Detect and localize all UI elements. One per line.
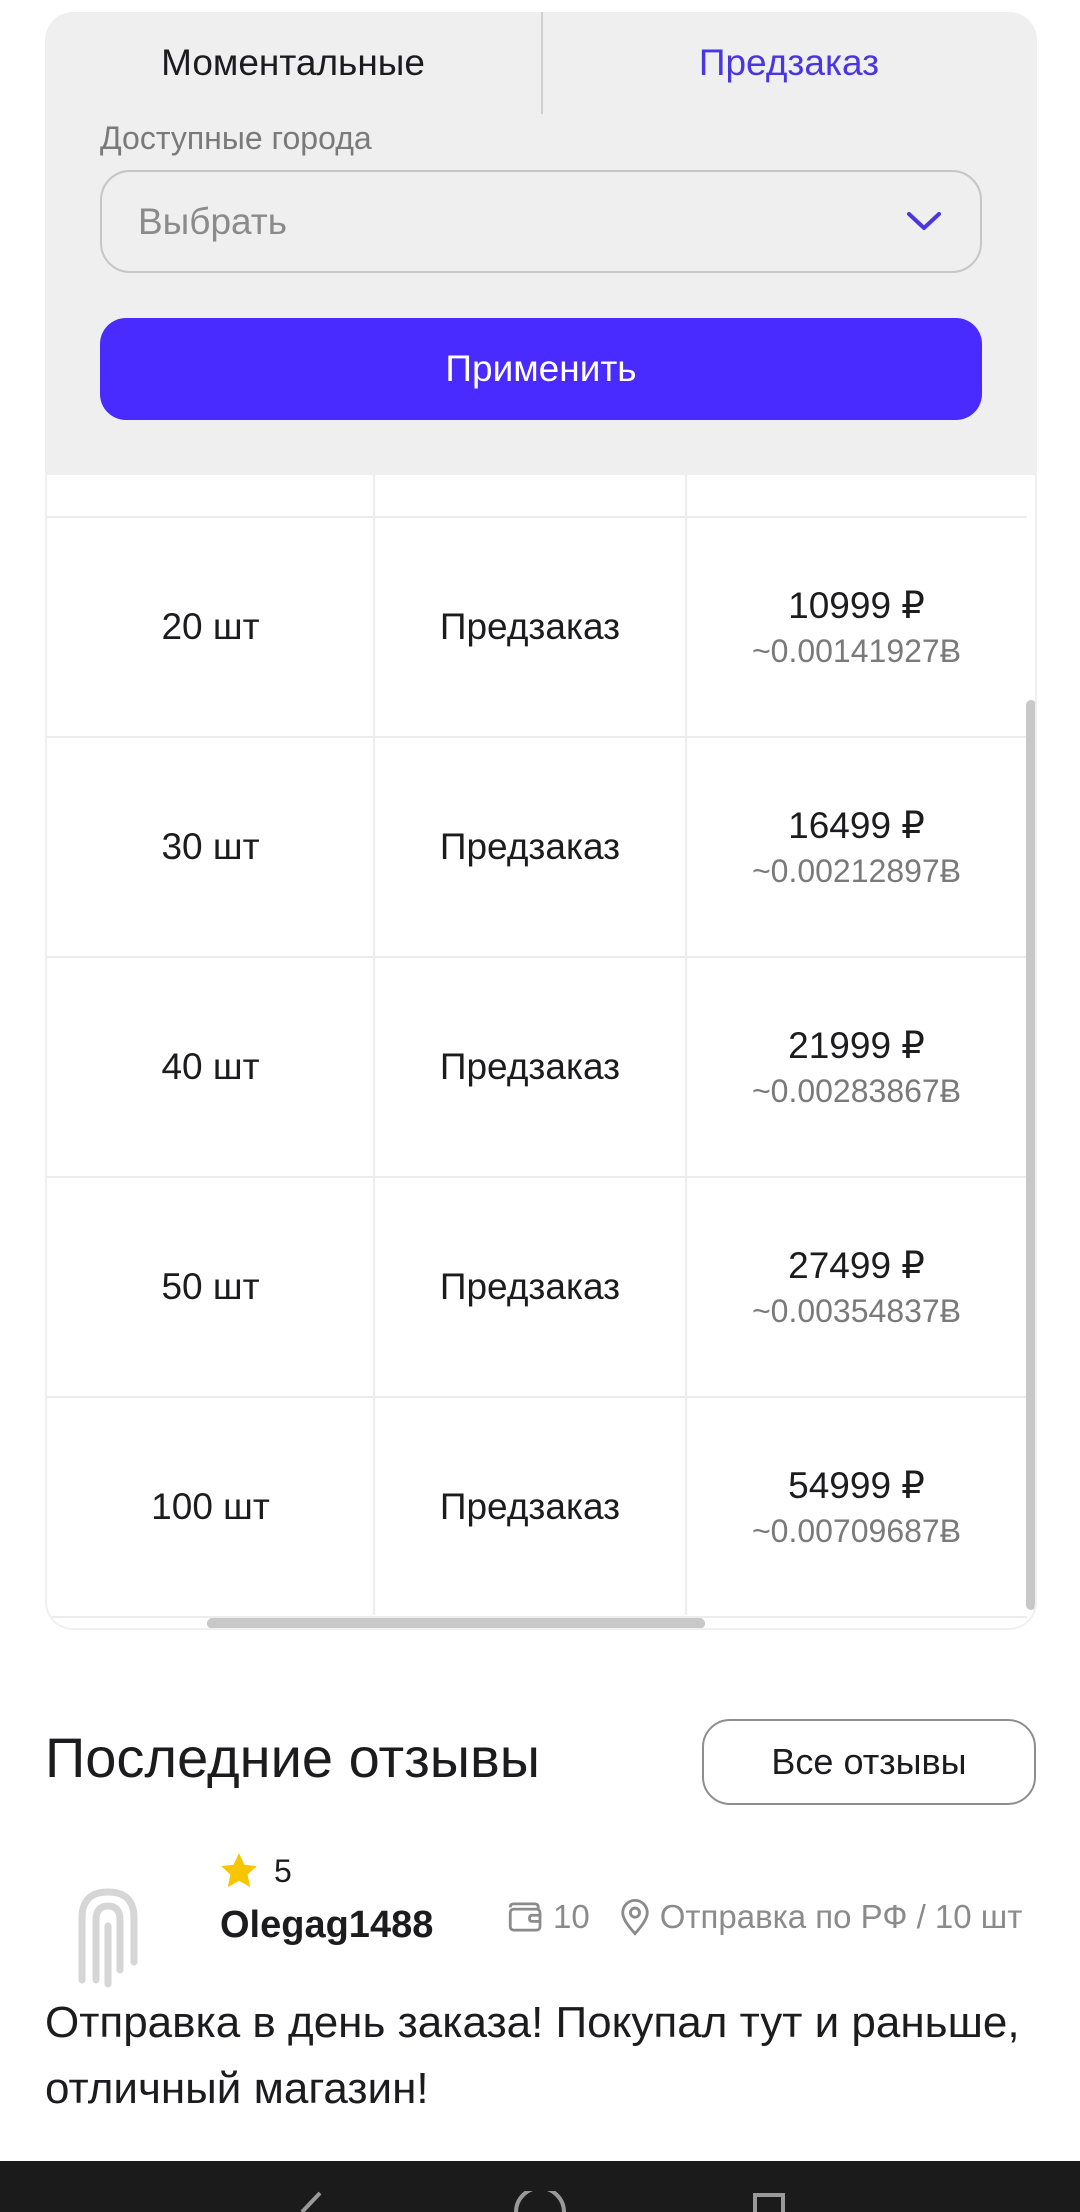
price-cell: 54999 ₽ ~0.00709687Ƀ (686, 1398, 1027, 1616)
price-btc: ~0.00212897Ƀ (751, 853, 962, 889)
qty-cell: 100 шт (151, 1486, 270, 1527)
qty-cell: 30 шт (161, 826, 260, 867)
table-row: 40 шт Предзаказ 21999 ₽ ~0.00283867Ƀ (47, 958, 1027, 1176)
price-table[interactable]: 20 шт Предзаказ 10999 ₽ ~0.00141927Ƀ 30 … (45, 475, 1037, 1630)
reviews-heading: Последние отзывы (45, 1726, 541, 1789)
delivery-info: Отправка по РФ / 10 шт (659, 1898, 1023, 1935)
cities-label: Доступные города (100, 120, 372, 156)
recents-icon[interactable] (752, 2191, 786, 2212)
city-select[interactable]: Выбрать (100, 170, 982, 273)
all-reviews-button[interactable]: Все отзывы (702, 1719, 1036, 1805)
star-icon (221, 1853, 257, 1888)
table-row: 30 шт Предзаказ 16499 ₽ ~0.00212897Ƀ (47, 738, 1027, 956)
purchases-count: 10 (553, 1898, 590, 1935)
price-btc: ~0.00709687Ƀ (751, 1513, 962, 1549)
price-rub: 27499 ₽ (788, 1245, 925, 1286)
type-cell: Предзаказ (439, 826, 621, 867)
tab-bar: Моментальные Предзаказ (45, 12, 1037, 114)
price-cell: 21999 ₽ ~0.00283867Ƀ (686, 958, 1027, 1176)
price-cell: 10999 ₽ ~0.00141927Ƀ (686, 518, 1027, 736)
apply-button[interactable]: Применить (100, 318, 982, 420)
review-card: 5 Olegag1488 10 Отправка по РФ / 10 шт О… (0, 1840, 1080, 2140)
type-cell: Предзаказ (439, 1486, 621, 1527)
price-cell: 27499 ₽ ~0.00354837Ƀ (686, 1178, 1027, 1396)
price-rub: 54999 ₽ (788, 1465, 925, 1506)
avatar-icon (78, 1888, 138, 1988)
table-row: 20 шт Предзаказ 10999 ₽ ~0.00141927Ƀ (47, 518, 1027, 736)
review-text: Отправка в день заказа! Покупал тут и ра… (45, 1998, 1020, 2113)
home-icon[interactable] (512, 2191, 568, 2212)
review-meta: 10 Отправка по РФ / 10 шт (505, 1896, 1022, 1938)
table-row: 50 шт Предзаказ 27499 ₽ ~0.00354837Ƀ (47, 1178, 1027, 1396)
review-author: Olegag1488 (220, 1904, 434, 1946)
type-cell: Предзаказ (439, 1266, 621, 1307)
back-icon[interactable] (298, 2191, 324, 2212)
tab-preorder[interactable]: Предзаказ (541, 12, 1037, 114)
tab-instant[interactable]: Моментальные (45, 12, 541, 114)
qty-cell: 40 шт (161, 1046, 260, 1087)
price-btc: ~0.00141927Ƀ (751, 633, 962, 669)
qty-cell: 50 шт (161, 1266, 260, 1307)
location-pin-icon (621, 1898, 649, 1936)
price-rub: 21999 ₽ (788, 1025, 925, 1066)
city-select-value: Выбрать (138, 200, 288, 242)
vertical-scrollbar[interactable] (1026, 700, 1035, 1610)
page: Моментальные Предзаказ Доступные города … (0, 0, 1080, 2212)
price-rub: 10999 ₽ (788, 585, 925, 626)
price-cell: 16499 ₽ ~0.00212897Ƀ (686, 738, 1027, 956)
horizontal-scrollbar[interactable] (207, 1618, 705, 1628)
rating-value: 5 (274, 1852, 292, 1889)
type-cell: Предзаказ (439, 1046, 621, 1087)
purchases-icon (508, 1902, 542, 1932)
filter-panel: Моментальные Предзаказ Доступные города … (45, 12, 1037, 475)
price-rub: 16499 ₽ (788, 805, 925, 846)
price-btc: ~0.00354837Ƀ (751, 1293, 962, 1329)
qty-cell: 20 шт (161, 606, 260, 647)
price-btc: ~0.00283867Ƀ (751, 1073, 962, 1109)
type-cell: Предзаказ (439, 606, 621, 647)
system-nav-bar (0, 2161, 1080, 2212)
table-row: 100 шт Предзаказ 54999 ₽ ~0.00709687Ƀ (47, 1398, 1027, 1616)
chevron-down-icon (907, 212, 941, 230)
review-rating: 5 (218, 1850, 292, 1892)
